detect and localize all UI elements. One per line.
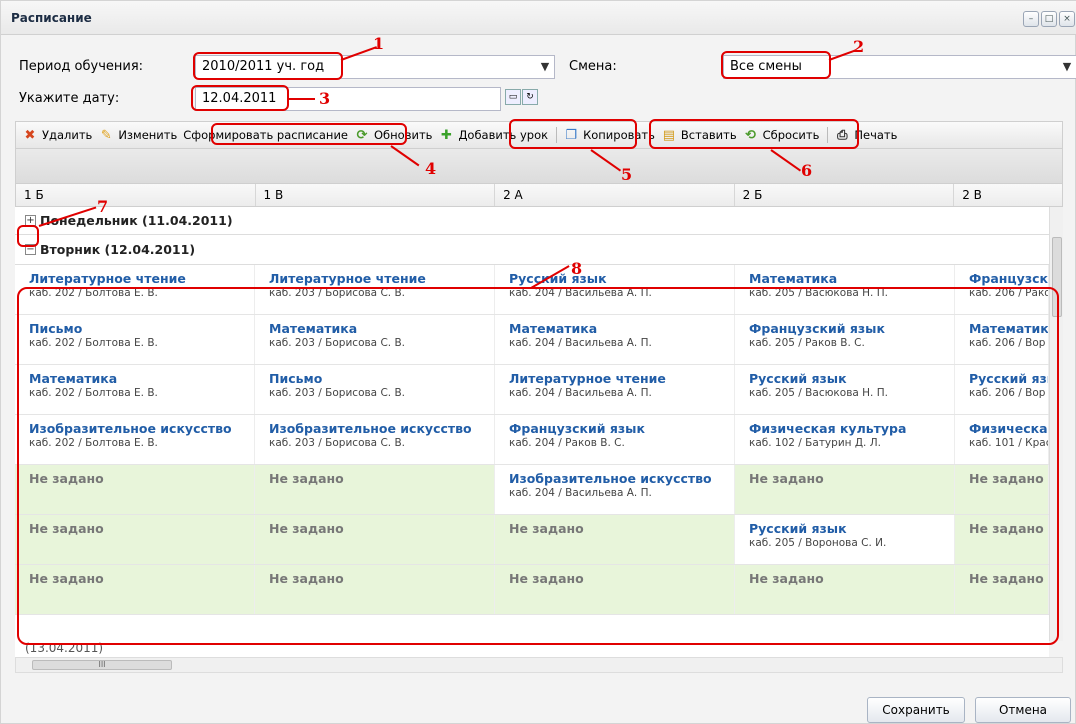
period-label: Период обучения: (19, 59, 144, 74)
column-header[interactable]: 2 Б (735, 184, 955, 206)
calendar-icon[interactable]: ▭ (505, 89, 521, 105)
annotation-box (509, 119, 637, 149)
scroll-thumb[interactable]: III (32, 660, 172, 670)
chevron-down-icon[interactable]: ▼ (536, 56, 554, 78)
chevron-down-icon[interactable]: ▼ (1058, 56, 1076, 78)
column-header[interactable]: 1 Б (16, 184, 256, 206)
annotation-number: 4 (425, 159, 437, 178)
annotation-number: 1 (373, 34, 385, 53)
group-monday[interactable]: + Понедельник (11.04.2011) (15, 207, 1049, 235)
annotation-box (17, 287, 1059, 645)
annotation-box (211, 123, 407, 145)
column-header[interactable]: 1 В (256, 184, 496, 206)
annotation-box (721, 51, 831, 79)
annotation-box (649, 119, 859, 149)
group-tuesday[interactable]: − Вторник (12.04.2011) (15, 235, 1049, 265)
annotation-number: 6 (801, 161, 813, 180)
refresh-date-icon[interactable]: ↻ (522, 89, 538, 105)
annotation-box (193, 52, 343, 80)
maximize-icon[interactable]: □ (1041, 11, 1057, 27)
cancel-button[interactable]: Отмена (975, 697, 1071, 723)
shift-label: Смена: (569, 59, 617, 74)
annotation-box (191, 85, 289, 111)
plus-icon: ✚ (440, 127, 452, 143)
annotation-box (17, 225, 39, 247)
delete-button[interactable]: ✖ Удалить (22, 127, 93, 143)
annotation-number: 3 (319, 89, 331, 108)
annotation-number: 2 (853, 37, 865, 56)
annotation-number: 5 (621, 165, 633, 184)
subject-name: Математика (749, 271, 838, 286)
subject-name: Французски (969, 271, 1049, 286)
delete-icon: ✖ (24, 127, 36, 143)
edit-button[interactable]: ✎ Изменить (98, 127, 177, 143)
subject-name: Литературное чтение (29, 271, 186, 286)
annotation-number: 8 (571, 259, 583, 278)
horizontal-scrollbar[interactable]: III (15, 657, 1063, 673)
column-headers: 1 Б 1 В 2 А 2 Б 2 В (15, 183, 1063, 207)
column-header[interactable]: 2 В (954, 184, 1062, 206)
toolbar-spacer (15, 149, 1063, 183)
close-icon[interactable]: × (1059, 11, 1075, 27)
minimize-icon[interactable]: – (1023, 11, 1039, 27)
annotation-number: 7 (97, 197, 109, 216)
subject-name: Литературное чтение (269, 271, 426, 286)
save-button[interactable]: Сохранить (867, 697, 965, 723)
title-bar: Расписание – □ × (1, 1, 1076, 35)
schedule-window: Расписание – □ × Период обучения: 2010/2… (0, 0, 1076, 724)
annotation-line (289, 98, 315, 100)
date-label: Укажите дату: (19, 91, 120, 106)
window-title: Расписание (11, 11, 92, 25)
column-header[interactable]: 2 А (495, 184, 735, 206)
pencil-icon: ✎ (100, 127, 112, 143)
